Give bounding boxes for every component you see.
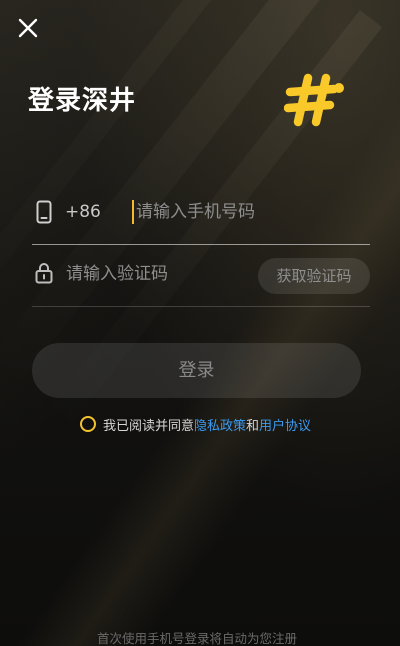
text-cursor bbox=[132, 200, 134, 224]
country-code[interactable]: +86 bbox=[65, 202, 101, 222]
phone-icon bbox=[36, 200, 52, 224]
verification-field-row: 获取验证码 bbox=[32, 246, 370, 307]
agreement-checkbox[interactable] bbox=[80, 416, 96, 432]
page-title: 登录深井 bbox=[28, 86, 137, 116]
close-icon[interactable] bbox=[14, 14, 42, 42]
agreement-text: 我已阅读并同意 bbox=[103, 418, 195, 434]
login-button[interactable]: 登录 bbox=[32, 343, 361, 398]
agreement-joiner: 和 bbox=[246, 418, 260, 434]
privacy-policy-link[interactable]: 隐私政策 bbox=[194, 415, 246, 434]
lock-icon bbox=[35, 262, 53, 284]
login-screen: 登录深井 +86 请输入手机号码 请输入验证码 获取验证码 登录 我已阅读并同意… bbox=[0, 0, 400, 646]
hashtag-logo-icon bbox=[283, 72, 346, 128]
agreement-row: 我已阅读并同意 隐私政策 和 用户协议 bbox=[80, 414, 311, 434]
register-note: 首次使用手机号登录将自动为您注册 bbox=[96, 631, 297, 646]
verification-code-input[interactable] bbox=[66, 260, 246, 288]
phone-input[interactable] bbox=[136, 198, 356, 226]
get-code-button[interactable]: 获取验证码 bbox=[258, 258, 370, 294]
phone-field-row: +86 bbox=[32, 184, 370, 245]
user-agreement-link[interactable]: 用户协议 bbox=[259, 415, 311, 434]
